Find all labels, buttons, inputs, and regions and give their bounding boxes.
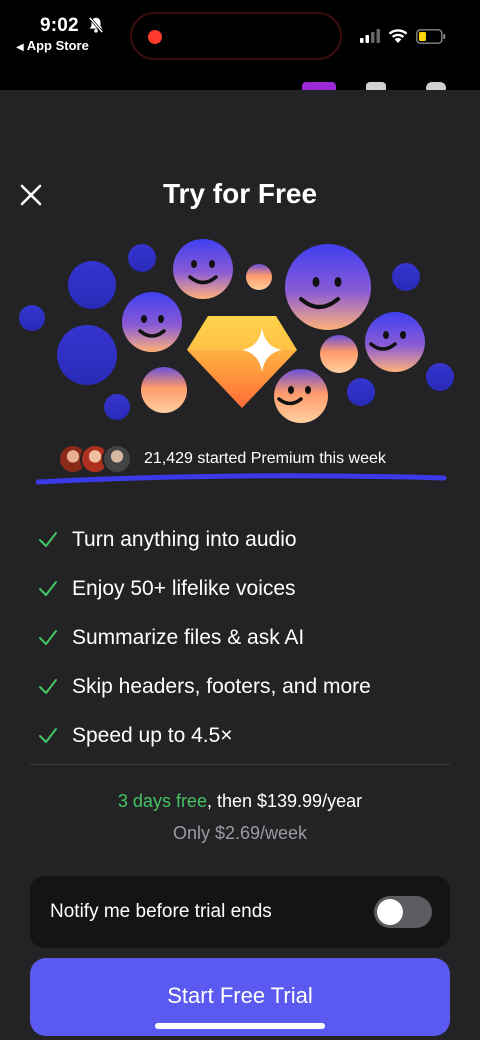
home-indicator [155, 1023, 325, 1029]
status-icons [360, 26, 446, 46]
toggle-knob [377, 899, 403, 925]
wifi-icon [388, 28, 408, 43]
feature-label: Skip headers, footers, and more [72, 674, 371, 698]
notify-toggle[interactable] [374, 896, 432, 928]
checkmark-icon [39, 580, 57, 596]
yearly-price: , then $139.99/year [206, 791, 363, 811]
status-bar: 9:02 ◀ App Store [0, 0, 480, 94]
smiley-bubble [365, 312, 425, 372]
bubble-decoration [246, 264, 272, 290]
dynamic-island [130, 12, 342, 60]
feature-label: Enjoy 50+ lifelike voices [72, 576, 296, 600]
checkmark-icon [39, 531, 57, 547]
checkmark-icon [39, 629, 57, 645]
feature-item: Skip headers, footers, and more [38, 662, 371, 711]
bubble-decoration [426, 363, 454, 391]
back-arrow-icon: ◀ [16, 42, 24, 53]
bubble-decoration [392, 263, 420, 291]
feature-label: Speed up to 4.5× [72, 723, 233, 747]
trial-length: 3 days free [117, 791, 207, 811]
pricing-line: 3 days free, then $139.99/year [0, 791, 480, 812]
bubble-decoration [128, 244, 156, 272]
feature-item: Summarize files & ask AI [38, 613, 371, 662]
status-time: 9:02 [40, 15, 79, 36]
smiley-bubble [173, 239, 233, 299]
feature-label: Turn anything into audio [72, 527, 297, 551]
checkmark-icon [39, 678, 57, 694]
feature-list: Turn anything into audio Enjoy 50+ lifel… [38, 515, 371, 760]
silent-mode-icon [88, 16, 104, 34]
bubble-decoration [68, 261, 116, 309]
bubble-decoration [104, 394, 130, 420]
feature-item: Turn anything into audio [38, 515, 371, 564]
premium-hero-illustration [19, 239, 454, 423]
bubble-decoration [141, 367, 187, 413]
bubble-decoration [347, 378, 375, 406]
checkmark-icon [39, 727, 57, 743]
bubble-decoration [57, 325, 117, 385]
notify-label: Notify me before trial ends [50, 901, 272, 922]
divider [30, 764, 450, 765]
back-app-label: App Store [26, 38, 89, 53]
bubble-decoration [19, 305, 45, 331]
feature-label: Summarize files & ask AI [72, 625, 305, 649]
feature-item: Speed up to 4.5× [38, 711, 371, 760]
battery-low-icon [416, 28, 446, 44]
smiley-bubble [122, 292, 182, 352]
weekly-price: Only $2.69/week [172, 823, 308, 843]
recording-indicator-icon [148, 30, 162, 44]
back-to-app-store-link[interactable]: ◀ App Store [16, 38, 89, 53]
page-title: Try for Free [162, 178, 318, 209]
cellular-signal-icon [360, 29, 380, 43]
notify-row: Notify me before trial ends [30, 876, 450, 948]
feature-item: Enjoy 50+ lifelike voices [38, 564, 371, 613]
smiley-bubble [285, 244, 371, 330]
highlight-underline [36, 473, 447, 485]
social-proof-text: 21,429 started Premium this week [144, 450, 386, 467]
bubble-decoration [320, 335, 358, 373]
smiley-bubble [274, 369, 328, 423]
